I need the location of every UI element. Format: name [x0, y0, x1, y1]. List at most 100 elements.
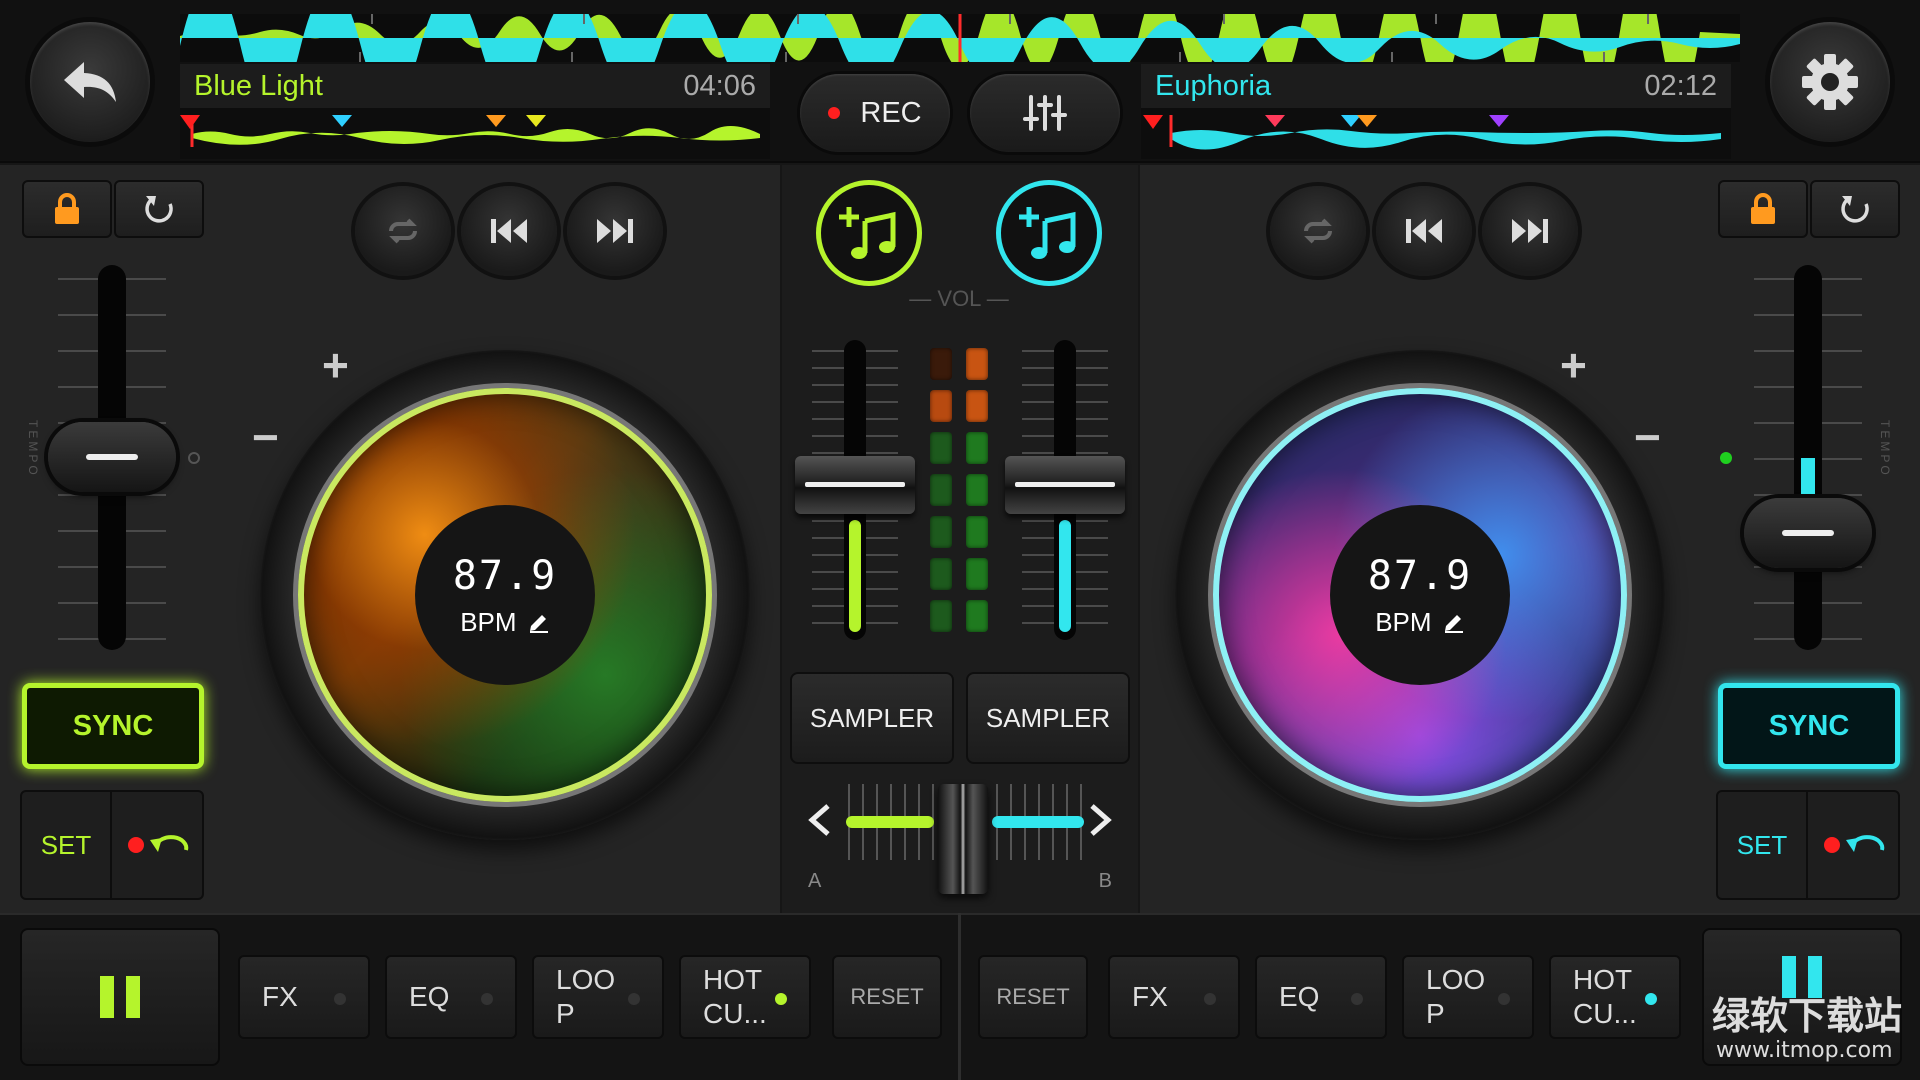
deck-b-tempo-label: TEMPO	[1878, 420, 1892, 478]
add-music-icon	[839, 207, 896, 259]
watermark-url: www.itmop.com	[1716, 1038, 1893, 1063]
deck-b-bpm-value: 87.9	[1367, 552, 1473, 599]
bottom-divider	[958, 913, 961, 1080]
deck-b-loop-indicator	[1498, 993, 1510, 1005]
undo-arrow-icon	[64, 62, 116, 102]
crossfader[interactable]: A B	[800, 780, 1120, 900]
deck-a-sync-button[interactable]: SYNC	[22, 683, 204, 769]
deck-b-sync-button[interactable]: SYNC	[1718, 683, 1900, 769]
deck-b-reset-label: RESET	[996, 984, 1070, 1009]
deck-a-fx-button[interactable]: FX	[238, 955, 370, 1039]
crossfader-a-label: A	[808, 870, 822, 892]
deck-a-pitch-minus[interactable]: −	[252, 410, 279, 464]
crossfader-a-fill	[846, 816, 934, 828]
deck-b-vinyl-artwork[interactable]: 87.9 BPM	[1213, 388, 1627, 802]
deck-b-fx-button[interactable]: FX	[1108, 955, 1240, 1039]
deck-b-next-button[interactable]	[1482, 186, 1578, 276]
deck-b-reset-button[interactable]: RESET	[978, 955, 1088, 1039]
vu-led	[966, 390, 988, 422]
deck-a-turntable[interactable]: 87.9 BPM	[260, 350, 750, 840]
deck-b-cue-return-button[interactable]	[1810, 792, 1900, 898]
deck-a-fx-indicator	[334, 993, 346, 1005]
deck-a-sync-label: SYNC	[72, 709, 154, 742]
deck-b-track-info: Euphoria 02:12	[1141, 64, 1731, 159]
deck-b-reset-tempo-button[interactable]	[1810, 180, 1900, 238]
deck-a-set-button[interactable]: SET	[22, 792, 112, 898]
crossfader-b-label: B	[1098, 870, 1112, 892]
deck-a-loop-toggle-button[interactable]	[355, 186, 451, 276]
deck-a-next-button[interactable]	[567, 186, 663, 276]
back-button[interactable]	[30, 22, 150, 142]
deck-b-mini-waveform[interactable]	[1141, 107, 1731, 155]
deck-b-bpm-edit[interactable]: BPM	[1375, 607, 1465, 638]
vu-led	[930, 558, 952, 590]
deck-b-bpm-label: BPM	[1375, 606, 1432, 637]
deck-b-set-button[interactable]: SET	[1718, 792, 1808, 898]
deck-b-track-time: 02:12	[1644, 69, 1717, 102]
deck-a-play-pause-button[interactable]	[20, 928, 220, 1066]
deck-a-eq-indicator	[481, 993, 493, 1005]
deck-a-reset-tempo-button[interactable]	[114, 180, 204, 238]
deck-a-track-info: Blue Light 04:06	[180, 64, 770, 159]
deck-a-fx-label: FX	[262, 981, 298, 1012]
deck-a-tempo-indicator	[188, 452, 200, 464]
deck-a-eq-button[interactable]: EQ	[385, 955, 517, 1039]
deck-b-lock-button[interactable]	[1718, 180, 1808, 238]
deck-b-loop-button[interactable]: LOO P	[1402, 955, 1534, 1039]
deck-a-title-row: Blue Light 04:06	[180, 64, 770, 108]
deck-a-transport	[355, 186, 663, 276]
record-dot-icon	[828, 107, 841, 119]
deck-a-cue-return-button[interactable]	[114, 792, 204, 898]
deck-a-add-music-button[interactable]	[816, 180, 922, 286]
deck-b-pitch-plus[interactable]: +	[1560, 338, 1587, 392]
deck-a-vinyl-artwork[interactable]: 87.9 BPM	[298, 388, 712, 802]
chevron-right-icon[interactable]	[1080, 800, 1120, 840]
vu-led	[930, 390, 952, 422]
deck-b-eq-label: EQ	[1279, 981, 1320, 1012]
deck-a-volume-fill	[849, 520, 861, 632]
red-dot-icon	[128, 837, 144, 853]
deck-a-pitch-plus[interactable]: +	[322, 338, 349, 392]
deck-b-bpm-display: 87.9 BPM	[1330, 505, 1510, 685]
deck-b-previous-button[interactable]	[1376, 186, 1472, 276]
deck-b-set-label: SET	[1736, 829, 1788, 860]
deck-a-reset-button[interactable]: RESET	[832, 955, 942, 1039]
pencil-icon	[1444, 614, 1463, 633]
deck-b-loop-toggle-button[interactable]	[1270, 186, 1366, 276]
deck-a-volume-fader[interactable]	[795, 456, 915, 514]
mixer-settings-button[interactable]	[970, 74, 1120, 152]
deck-a-bpm-label: BPM	[460, 606, 517, 637]
settings-button[interactable]	[1770, 22, 1890, 142]
deck-b-volume-fader[interactable]	[1005, 456, 1125, 514]
vu-led	[966, 432, 988, 464]
deck-a-tempo-slider[interactable]	[48, 422, 176, 492]
chevron-left-icon[interactable]	[800, 800, 840, 840]
record-label: REC	[860, 96, 922, 129]
deck-a-reset-label: RESET	[850, 984, 924, 1009]
repeat-icon	[1304, 218, 1332, 244]
deck-a-mini-waveform[interactable]	[180, 107, 770, 155]
deck-a-hotcue-button[interactable]: HOT CU...	[679, 955, 811, 1039]
overview-waveform[interactable]	[180, 14, 1740, 62]
deck-a-sampler-button[interactable]: SAMPLER	[790, 672, 954, 764]
deck-b-turntable[interactable]: 87.9 BPM	[1175, 350, 1665, 840]
volume-label-text: VOL	[937, 286, 981, 311]
deck-a-bpm-value: 87.9	[452, 552, 558, 599]
deck-a-bpm-edit[interactable]: BPM	[460, 607, 550, 638]
deck-a-lock-button[interactable]	[22, 180, 112, 238]
deck-b-title-row: Euphoria 02:12	[1141, 64, 1731, 108]
crossfader-b-fill	[992, 816, 1084, 828]
deck-b-sampler-button[interactable]: SAMPLER	[966, 672, 1130, 764]
deck-b-add-music-button[interactable]	[996, 180, 1102, 286]
deck-b-sync-label: SYNC	[1768, 709, 1850, 742]
deck-b-eq-button[interactable]: EQ	[1255, 955, 1387, 1039]
crossfader-knob[interactable]	[938, 784, 988, 894]
add-music-icon	[1019, 207, 1076, 259]
deck-b-pitch-minus[interactable]: −	[1634, 410, 1661, 464]
deck-a-loop-button[interactable]: LOO P	[532, 955, 664, 1039]
deck-a-previous-button[interactable]	[461, 186, 557, 276]
deck-b-tempo-slider[interactable]	[1744, 498, 1872, 568]
deck-b-hotcue-button[interactable]: HOT CU...	[1549, 955, 1681, 1039]
skip-forward-icon	[1512, 219, 1548, 243]
record-button[interactable]: REC	[800, 74, 950, 152]
